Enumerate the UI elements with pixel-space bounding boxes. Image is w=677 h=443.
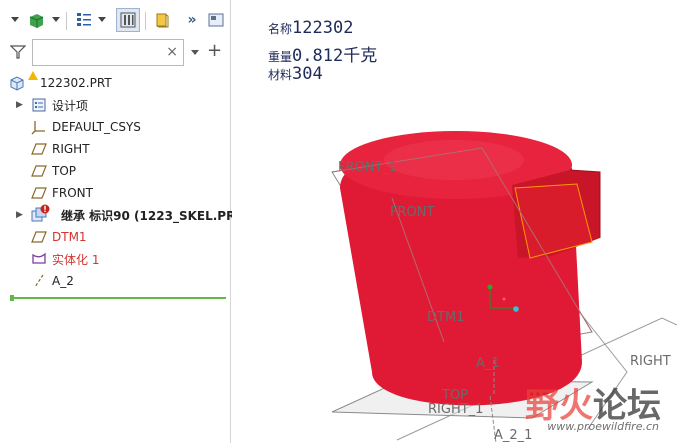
tree-item-default-csys[interactable]: DEFAULT_CSYS <box>0 116 231 138</box>
param-mass-value: 0.812千克 <box>292 46 378 66</box>
clear-icon[interactable]: × <box>166 44 178 60</box>
param-name: 名称122302 <box>268 18 353 38</box>
filter-icon[interactable] <box>9 44 27 63</box>
tree-item-label: 实体化 1 <box>52 252 100 267</box>
datum-label-a2-1[interactable]: A_2_1 <box>494 428 532 443</box>
dropdown-arrow-icon[interactable] <box>50 8 62 32</box>
datum-label-top[interactable]: TOP <box>442 388 468 403</box>
tree-item-top[interactable]: TOP <box>0 160 231 182</box>
tree-item-label: DTM1 <box>52 230 87 244</box>
tree-item-label: DEFAULT_CSYS <box>52 120 141 134</box>
tree-item-right[interactable]: RIGHT <box>0 138 231 160</box>
dropdown-arrow-icon[interactable] <box>190 42 202 62</box>
param-mass-key: 重量 <box>268 50 293 64</box>
param-mass: 重量0.812千克 <box>268 41 377 66</box>
datum-plane-icon <box>31 229 47 245</box>
tree-item-label: 继承 标识90 (1223_SKEL.PRT <box>61 208 243 223</box>
tree-item-label: 122302.PRT <box>40 76 112 90</box>
tree-item-label: A_2 <box>52 274 74 288</box>
settings-book-icon[interactable] <box>150 8 174 32</box>
model-tree-panel: » × + 122302.PRT ▶ 设计项 DEFAULT_CSYS RIGH… <box>0 0 243 443</box>
datum-plane-icon <box>31 141 47 157</box>
tree-item-part[interactable]: 122302.PRT <box>0 71 231 94</box>
viewport-icon[interactable] <box>204 8 228 32</box>
solidify-icon <box>31 251 47 267</box>
more-tools-icon[interactable]: » <box>180 8 204 32</box>
datum-label-front[interactable]: FRONT <box>390 205 434 220</box>
tree-columns-icon[interactable] <box>116 8 140 32</box>
param-name-key: 名称 <box>268 22 293 36</box>
error-icon <box>40 204 50 214</box>
datum-label-a1[interactable]: A_1 <box>476 356 500 371</box>
tree-item-front[interactable]: FRONT <box>0 182 231 204</box>
datum-label-right-1[interactable]: RIGHT_1 <box>428 402 483 417</box>
csys-icon <box>31 119 47 135</box>
datum-axis-icon <box>31 273 47 289</box>
tree-item-a2[interactable]: A_2 <box>0 270 231 292</box>
tree-search-box[interactable]: × <box>32 39 184 66</box>
dropdown-arrow-icon[interactable] <box>8 8 22 32</box>
tree-item-label: 设计项 <box>52 98 89 113</box>
add-icon[interactable]: + <box>207 40 222 61</box>
watermark-url: www.proewildfire.cn <box>547 420 659 433</box>
tree-filters-icon[interactable] <box>72 8 96 32</box>
tree-item-label: TOP <box>52 164 77 178</box>
datum-label-front-1[interactable]: FRONT_1 <box>338 160 397 175</box>
graphics-viewport[interactable]: 名称122302 重量0.812千克 材料304 FRONT_1 FRONT D… <box>232 0 677 443</box>
datum-label-dtm1[interactable]: DTM1 <box>427 310 464 325</box>
expand-arrow-icon[interactable]: ▶ <box>16 100 24 110</box>
dropdown-arrow-icon[interactable] <box>96 8 108 32</box>
param-material-key: 材料 <box>268 68 293 82</box>
tree-item-design-items[interactable]: ▶ 设计项 <box>0 94 231 116</box>
tree-filter-row: × + <box>0 39 231 67</box>
tree-item-label: FRONT <box>52 186 93 200</box>
insert-here-line[interactable] <box>10 297 226 299</box>
param-name-value: 122302 <box>292 18 354 38</box>
param-material-value: 304 <box>292 64 323 84</box>
datum-label-right[interactable]: RIGHT <box>630 354 671 369</box>
warning-icon <box>28 71 38 81</box>
show-tree-icon[interactable] <box>24 8 48 32</box>
design-items-icon <box>31 97 47 113</box>
tree-item-label: RIGHT <box>52 142 90 156</box>
datum-plane-icon <box>31 185 47 201</box>
part-icon <box>9 75 25 91</box>
csys-x-dot <box>513 306 519 312</box>
tree-search-input[interactable] <box>33 40 161 65</box>
toolbar-separator <box>145 12 146 30</box>
tree-item-solidify[interactable]: 实体化 1 <box>0 248 231 270</box>
csys-origin <box>502 297 506 301</box>
expand-arrow-icon[interactable]: ▶ <box>16 210 24 220</box>
datum-plane-icon <box>31 163 47 179</box>
more-tools-label: » <box>187 12 197 28</box>
csys-y-dot <box>487 284 493 290</box>
toolbar-separator <box>66 12 67 30</box>
param-material: 材料304 <box>268 64 323 84</box>
tree-item-inheritance[interactable]: ▶ 继承 标识90 (1223_SKEL.PRT <box>0 204 243 226</box>
tree-item-dtm1[interactable]: DTM1 <box>0 226 231 248</box>
model-tree-toolbar: » <box>0 6 231 36</box>
